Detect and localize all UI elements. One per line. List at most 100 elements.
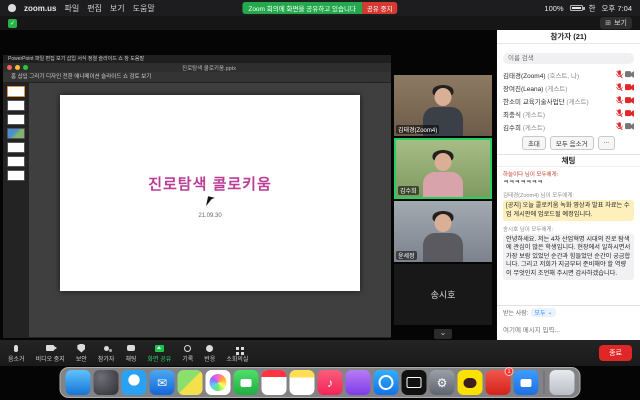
- slide-thumbnail[interactable]: [7, 86, 25, 97]
- participant-row[interactable]: 김수희 (게스트): [497, 120, 640, 133]
- window-minimize-icon[interactable]: [15, 65, 20, 70]
- meeting-security-shield-icon[interactable]: ✓: [8, 19, 17, 28]
- zoom-app-icon[interactable]: [514, 370, 539, 395]
- slide-thumbnail-panel[interactable]: [3, 83, 29, 337]
- notes-icon[interactable]: [290, 370, 315, 395]
- mic-muted-icon: [616, 109, 623, 118]
- window-zoom-icon[interactable]: [23, 65, 28, 70]
- video-tile[interactable]: 김태경(Zoom4): [394, 75, 492, 136]
- participants-panel-title: 참가자 (21): [497, 30, 640, 44]
- launchpad-icon[interactable]: [94, 370, 119, 395]
- share-screen-icon: [155, 345, 164, 352]
- invite-button[interactable]: 초대: [522, 136, 546, 150]
- mail-icon[interactable]: ✉: [150, 370, 175, 395]
- powerpoint-ribbon-tabs[interactable]: 홈 삽입 그리기 디자인 전환 애니메이션 슬라이드 쇼 검토 보기: [3, 72, 391, 83]
- battery-icon: [570, 5, 583, 11]
- music-icon[interactable]: ♪: [318, 370, 343, 395]
- trash-icon[interactable]: [550, 370, 575, 395]
- notification-app-icon[interactable]: 1: [486, 370, 511, 395]
- slide-thumbnail[interactable]: [7, 100, 25, 111]
- camera-on-icon: [625, 71, 634, 78]
- mic-icon: [14, 345, 18, 352]
- apple-tv-icon[interactable]: [402, 370, 427, 395]
- video-tile[interactable]: 윤세정: [394, 201, 492, 262]
- stop-video-button[interactable]: 비디오 중지: [36, 344, 65, 363]
- powerpoint-document-title: 진로탐색 콜로키움.pptx: [31, 64, 387, 72]
- breakout-rooms-button[interactable]: 소회의실: [226, 344, 248, 363]
- system-preferences-icon[interactable]: ⚙: [430, 370, 455, 395]
- maps-icon[interactable]: [178, 370, 203, 395]
- camera-off-icon: [625, 84, 634, 91]
- reactions-button[interactable]: 반응: [204, 344, 215, 363]
- menubar-app-name[interactable]: zoom.us: [24, 4, 56, 13]
- app-store-icon[interactable]: [374, 370, 399, 395]
- breakout-rooms-icon: [236, 347, 239, 350]
- finder-icon[interactable]: [66, 370, 91, 395]
- record-button[interactable]: 기록: [182, 344, 193, 363]
- window-close-icon[interactable]: [7, 65, 12, 70]
- record-icon: [184, 345, 191, 352]
- chat-text: [공지] 오늘 콜로키움 녹화 영상과 발표 자료는 수업 게시판에 업로드될 …: [503, 200, 634, 221]
- photos-icon[interactable]: [206, 370, 231, 395]
- notification-badge: 1: [505, 367, 514, 376]
- current-slide[interactable]: 진로탐색 콜로키움 21.09.30: [60, 95, 360, 291]
- slide-thumbnail[interactable]: [7, 156, 25, 167]
- slide-title-text: 진로탐색 콜로키움: [60, 173, 360, 194]
- participant-name: 한소미 교육기술사업단: [503, 99, 565, 106]
- mute-button[interactable]: 음소거: [8, 344, 25, 363]
- video-tile-active-speaker[interactable]: 김수희: [394, 138, 492, 199]
- participant-row[interactable]: 최충식 (게스트): [497, 107, 640, 120]
- calendar-icon[interactable]: [262, 370, 287, 395]
- menubar-clock[interactable]: 오후 7:04: [602, 3, 632, 14]
- safari-icon[interactable]: [122, 370, 147, 395]
- chevron-down-icon[interactable]: ⌄: [434, 329, 452, 339]
- facetime-icon[interactable]: [234, 370, 259, 395]
- more-options-button[interactable]: ...: [598, 136, 615, 150]
- participant-tag: (게스트): [523, 125, 545, 132]
- view-mode-button[interactable]: ⊞ 보기: [600, 17, 632, 29]
- participant-name: 김태경(Zoom4): [503, 73, 546, 80]
- mute-all-button[interactable]: 모두 음소거: [550, 136, 594, 150]
- video-camera-icon: [46, 345, 54, 351]
- participant-name: 김수희: [503, 125, 521, 132]
- slide-thumbnail[interactable]: [7, 114, 25, 125]
- screen-share-banner: Zoom 회의에 화면을 공유하고 있습니다 공유 중지: [242, 2, 397, 14]
- video-tile-camera-off[interactable]: 송시호: [394, 264, 492, 325]
- mouse-cursor: [206, 196, 215, 207]
- participants-actions: 초대 모두 음소거 ...: [497, 133, 640, 155]
- security-button[interactable]: 보안: [76, 344, 87, 363]
- dock-divider: [544, 371, 545, 394]
- kakaotalk-icon[interactable]: [458, 370, 483, 395]
- chat-message-input[interactable]: [503, 327, 634, 334]
- input-method-indicator[interactable]: 한: [589, 3, 596, 14]
- participant-row[interactable]: 한소미 교육기술사업단 (게스트): [497, 94, 640, 107]
- chat-bubble-icon: [127, 345, 135, 351]
- chat-button[interactable]: 채팅: [125, 344, 136, 363]
- participant-row[interactable]: 장여진(Leana) (게스트): [497, 81, 640, 94]
- menubar-menu-view[interactable]: 보기: [110, 3, 125, 14]
- menubar-menu-edit[interactable]: 편집: [87, 3, 102, 14]
- stop-share-button[interactable]: 공유 중지: [362, 2, 398, 14]
- share-screen-button[interactable]: 화면 공유: [148, 344, 172, 363]
- apple-menu-icon[interactable]: [8, 4, 16, 12]
- zoom-toolbar: 음소거 비디오 중지 보안 참가자 채팅 화면 공유 기록 반응: [0, 340, 640, 366]
- slide-thumbnail[interactable]: [7, 142, 25, 153]
- participants-button[interactable]: 참가자: [98, 344, 115, 363]
- end-meeting-button[interactable]: 종료: [599, 345, 632, 361]
- slide-thumbnail[interactable]: [7, 128, 25, 139]
- chat-message-list[interactable]: 하늘이다 님이 모두에게: ㅋㅋㅋㅋㅋㅋㅋ 김태경(Zoom4) 님이 모두에게…: [497, 167, 640, 305]
- participant-row[interactable]: 김태경(Zoom4) (호스트, 나): [497, 68, 640, 81]
- chat-message-highlighted: 김태경(Zoom4) 님이 모두에게: [공지] 오늘 콜로키움 녹화 영상과 …: [503, 191, 634, 221]
- chat-text: 안녕하세요. 저는 4차 산업혁명 시대의 진로 탐색에 관심이 많은 학생입니…: [503, 234, 634, 280]
- menubar-menu-file[interactable]: 파일: [64, 3, 79, 14]
- menubar-menu-help[interactable]: 도움말: [133, 3, 155, 14]
- participant-search: [497, 44, 640, 68]
- macos-dock: ✉ ♪ ⚙ 1: [60, 367, 581, 398]
- mic-muted-icon: [616, 83, 623, 92]
- chat-recipient-select[interactable]: 모두 ⌄: [531, 308, 555, 317]
- chat-sender: 송시호 님이 모두에게:: [503, 225, 634, 233]
- slide-thumbnail[interactable]: [7, 170, 25, 181]
- participant-tag: (호스트, 나): [547, 73, 579, 80]
- podcasts-icon[interactable]: [346, 370, 371, 395]
- participant-search-input[interactable]: [503, 53, 634, 64]
